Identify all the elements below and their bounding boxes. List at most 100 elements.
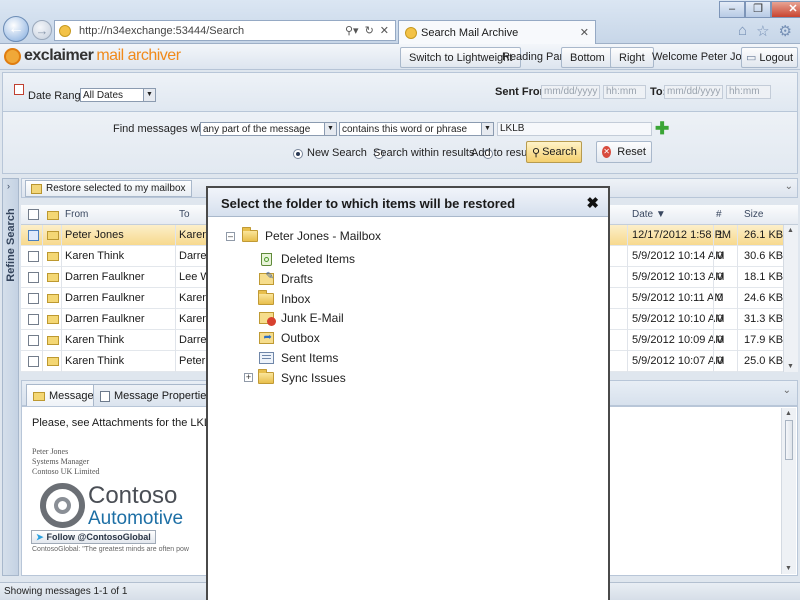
row-attachments: 0 [717, 250, 724, 262]
logout-button[interactable]: ▭ Logout [741, 47, 799, 68]
column-to[interactable]: To [179, 209, 190, 220]
tab-title: Search Mail Archive [421, 26, 519, 39]
row-checkbox[interactable] [28, 293, 39, 304]
follow-twitter-button[interactable]: ➤ Follow @ContosoGlobal [31, 530, 156, 544]
sent-from-date-input[interactable]: mm/dd/yyyy [541, 85, 600, 99]
tree-folder-item[interactable]: Junk E-Mail [258, 310, 344, 327]
forward-button[interactable]: → [32, 20, 52, 40]
minimize-button[interactable]: – [719, 1, 745, 18]
signature-title: Systems Manager [32, 457, 90, 466]
column-attachments[interactable]: # [716, 209, 722, 220]
column-divider [627, 288, 628, 309]
tree-folder-item[interactable]: Inbox [258, 289, 310, 307]
chevron-down-icon: ▼ [481, 123, 493, 135]
condition-select[interactable]: contains this word or phrase ▼ [339, 122, 494, 136]
column-divider [42, 267, 43, 288]
brand-tagline: Automotive [88, 508, 184, 529]
row-checkbox[interactable] [28, 314, 39, 325]
address-bar[interactable]: http://n34exchange:53444/Search ⚲▾ ↻ ✕ [54, 20, 396, 41]
select-all-checkbox[interactable] [28, 209, 39, 220]
home-icon[interactable]: ⌂ [738, 22, 747, 40]
tree-root-mailbox[interactable]: – Peter Jones - Mailbox [226, 227, 381, 243]
tree-folder-item[interactable]: + Sync Issues [244, 368, 346, 386]
sent-from-time-input[interactable]: hh:mm [603, 85, 646, 99]
column-date[interactable]: Date ▼ [632, 209, 666, 220]
favorites-star-icon[interactable]: ☆ [756, 22, 769, 40]
row-checkbox[interactable] [28, 230, 39, 241]
row-checkbox[interactable] [28, 356, 39, 367]
tab-close-icon[interactable]: ✕ [580, 26, 589, 39]
row-from: Darren Faulkner [65, 292, 145, 304]
tab-message-properties[interactable]: Message Properties [93, 384, 219, 407]
column-divider [627, 309, 628, 330]
deleted-items-icon [258, 251, 274, 267]
stop-icon[interactable]: ✕ [380, 24, 389, 37]
reading-pane-right-button[interactable]: Right [610, 47, 654, 68]
refresh-icon[interactable]: ↻ [365, 24, 374, 37]
row-date: 5/9/2012 10:07 AM [632, 355, 725, 367]
tree-folder-item[interactable]: ➦ Outbox [258, 330, 320, 346]
search-term-input[interactable]: LKLB [497, 122, 652, 136]
scroll-thumb[interactable] [785, 420, 793, 460]
column-divider [737, 309, 738, 330]
logout-icon: ▭ [746, 52, 757, 64]
settings-gear-icon[interactable]: ⚙ [779, 22, 792, 40]
row-date: 5/9/2012 10:11 AM [632, 292, 724, 304]
reading-pane-bottom-button[interactable]: Bottom [561, 47, 614, 68]
column-divider [61, 225, 62, 246]
radio-new-search[interactable] [293, 149, 303, 160]
scroll-up-icon[interactable]: ▲ [785, 410, 792, 417]
scope-select[interactable]: any part of the message ▼ [200, 122, 337, 136]
expand-chevron-icon[interactable]: › [7, 181, 10, 191]
sent-to-date-input[interactable]: mm/dd/yyyy [664, 85, 723, 99]
follow-label: Follow @ContosoGlobal [46, 532, 151, 542]
tree-folder-label: Outbox [281, 331, 320, 346]
tree-folder-item[interactable]: Deleted Items [258, 251, 355, 267]
tab-message[interactable]: Message [26, 384, 101, 407]
column-divider [713, 288, 714, 309]
expand-toggle-icon[interactable]: + [244, 373, 253, 383]
collapse-chevron-icon[interactable]: ⌄ [783, 385, 791, 396]
row-checkbox[interactable] [28, 251, 39, 262]
scroll-down-icon[interactable]: ▼ [785, 565, 792, 572]
collapse-toggle-icon[interactable]: – [226, 231, 235, 241]
row-date: 5/9/2012 10:09 AM [632, 334, 725, 346]
preview-scrollbar[interactable]: ▲ ▼ [781, 408, 796, 574]
tree-folder-item[interactable]: ✎ Drafts [258, 271, 313, 287]
column-size[interactable]: Size [744, 209, 763, 220]
sent-to-time-input[interactable]: hh:mm [726, 85, 771, 99]
refine-search-panel[interactable]: › Refine Search [2, 178, 19, 576]
column-divider [713, 267, 714, 288]
column-divider [61, 288, 62, 309]
restore-selected-button[interactable]: Restore selected to my mailbox [25, 180, 192, 197]
tagline-text: ContosoGlobal: "The greatest minds are o… [32, 546, 189, 553]
find-messages-panel: Find messages where any part of the mess… [2, 112, 798, 174]
row-checkbox[interactable] [28, 335, 39, 346]
search-button[interactable]: ⚲ Search [526, 141, 582, 163]
junk-email-icon [258, 310, 276, 327]
tree-folder-item[interactable]: Sent Items [258, 350, 338, 366]
scroll-up-icon[interactable]: ▲ [787, 227, 794, 234]
column-divider [61, 309, 62, 330]
column-from[interactable]: From [65, 209, 88, 220]
add-criteria-plus-icon[interactable]: ✚ [655, 119, 669, 139]
row-attachments: 0 [717, 334, 724, 346]
collapse-chevron-icon[interactable]: ⌄ [785, 181, 793, 192]
column-divider [61, 351, 62, 372]
row-from: Karen Think [65, 355, 125, 367]
search-icon[interactable]: ⚲▾ [345, 24, 359, 37]
browser-tab[interactable]: Search Mail Archive ✕ [398, 20, 596, 44]
date-range-select[interactable]: All Dates ▼ [80, 88, 156, 102]
maximize-button[interactable]: ❐ [745, 1, 771, 18]
close-icon[interactable]: ✖ [586, 194, 599, 212]
back-button[interactable]: ← [3, 16, 29, 42]
list-scrollbar[interactable]: ▲ ▼ [783, 225, 798, 372]
row-date: 5/9/2012 10:14 AM [632, 250, 725, 262]
close-window-button[interactable]: ✕ [771, 1, 800, 18]
exclaimer-logo-icon [4, 47, 21, 65]
restore-folder-dialog: Select the folder to which items will be… [206, 186, 610, 600]
reset-button[interactable]: ✕ Reset [596, 141, 652, 163]
scroll-down-icon[interactable]: ▼ [787, 363, 794, 370]
row-checkbox[interactable] [28, 272, 39, 283]
row-from: Peter Jones [65, 229, 124, 241]
